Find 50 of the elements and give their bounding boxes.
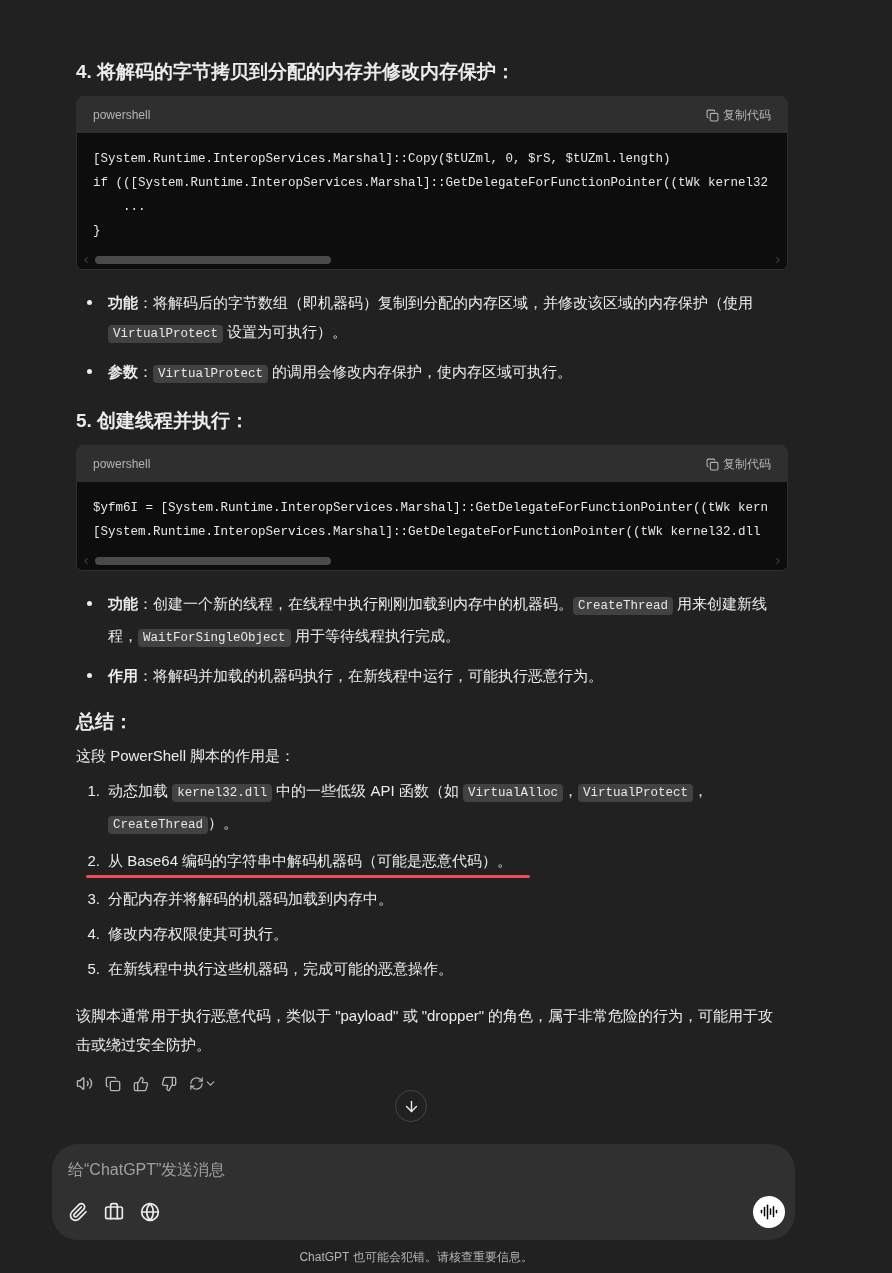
list-item-text: 在新线程中执行这些机器码，完成可能的恶意操作。 (108, 959, 453, 979)
list-number: 4. (86, 924, 101, 944)
copy-icon (706, 457, 719, 471)
bullet-icon (87, 369, 92, 374)
list-item-text: 动态加载 kernel32.dll 中的一些低级 API 函数（如 VirtualAlloc ， VirtualProtect ， CreateThread ）。 (108, 781, 710, 836)
list-number: 1. (86, 781, 101, 801)
section-heading: 总结： (76, 710, 133, 734)
bullet-icon (87, 601, 92, 606)
list-item-text: 分配内存并将解码的机器码加载到内存中。 (108, 889, 393, 909)
code-line: $yfm6I = [System.Runtime.InteropServices.Marshal]::GetDelegateForFunctionPointer((tWk kern (93, 500, 769, 517)
thumbs-down-icon[interactable] (161, 1075, 177, 1092)
message-composer[interactable]: 给“ChatGPT”发送消息 (52, 1144, 795, 1240)
copy-icon (706, 108, 719, 122)
bullet-icon (87, 673, 92, 678)
briefcase-icon[interactable] (104, 1202, 124, 1222)
voice-button[interactable] (753, 1196, 785, 1228)
code-language: powershell (93, 107, 151, 124)
bullet-text: 参数： VirtualProtect 的调用会修改内存保护，使内存区域可执行。 (108, 362, 573, 385)
bullet-text: 作用：将解码并加载的机器码执行，在新线程中运行，可能执行恶意行为。 (108, 666, 603, 686)
section-heading: 4. 将解码的字节拷贝到分配的内存并修改内存保护： (76, 60, 516, 84)
code-line: [System.Runtime.InteropServices.Marshal]::GetDelegateForFunctionPointer((tWk kernel32.dll (93, 524, 761, 541)
list-item-text: 从 Base64 编码的字符串中解码机器码（可能是恶意代码）。 (108, 851, 513, 871)
globe-icon[interactable] (140, 1202, 160, 1222)
section-heading: 5. 创建线程并执行： (76, 409, 250, 433)
code-line: ... (122, 199, 146, 216)
code-language: powershell (93, 456, 151, 473)
code-line: [System.Runtime.InteropServices.Marshal]::Copy($tUZml, 0, $rS, $tUZml.length) (93, 151, 671, 168)
thumbs-up-icon[interactable] (133, 1075, 149, 1092)
list-item-text: 修改内存权限使其可执行。 (108, 924, 288, 944)
code-line: if (([System.Runtime.InteropServices.Marshal]::GetDelegateForFunctionPointer((tWk kernel32 (93, 175, 769, 192)
list-number: 5. (86, 959, 101, 979)
audio-waveform-icon (760, 1203, 778, 1221)
intro-text: 这段 PowerShell 脚本的作用是： (76, 746, 296, 766)
list-number: 3. (86, 889, 101, 909)
message-input[interactable]: 给“ChatGPT”发送消息 (68, 1158, 779, 1182)
disclaimer-text: ChatGPT 也可能会犯错。请核查重要信息。 (299, 1249, 533, 1266)
conclusion-text: 该脚本通常用于执行恶意代码，类似于 "payload" 或 "dropper" 的角色，属于非常危险的行为，可能用于攻击或绕过安全防护。 (76, 1006, 775, 1055)
copy-code-button[interactable]: 复制代码 (706, 455, 771, 473)
refresh-icon (189, 1076, 204, 1091)
read-aloud-icon[interactable] (76, 1075, 93, 1092)
scroll-down-button[interactable] (395, 1090, 427, 1122)
attach-icon[interactable] (68, 1202, 88, 1222)
bullet-text: 功能：将解码后的字节数组（即机器码）复制到分配的内存区域，并修改该区域的内存保护（使用 VirtualProtect 设置为可执行）。 (108, 293, 754, 345)
code-line: } (93, 223, 101, 240)
copy-code-button[interactable]: 复制代码 (706, 106, 771, 124)
copy-icon[interactable] (105, 1075, 121, 1092)
bullet-icon (87, 300, 92, 305)
regenerate-button[interactable] (189, 1076, 217, 1091)
list-number: 2. (86, 851, 101, 871)
bullet-text: 功能：创建一个新的线程，在线程中执行刚刚加载到内存中的机器码。 CreateThread 用来创建新线程， WaitForSingleObject 用于等待线程执行完成。 (108, 594, 769, 649)
